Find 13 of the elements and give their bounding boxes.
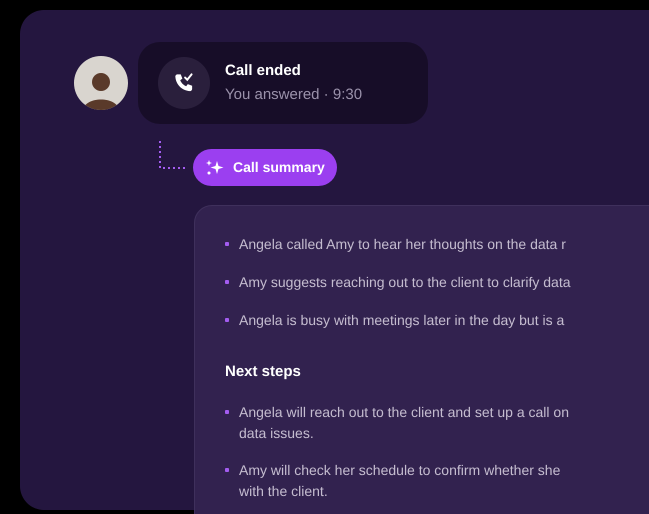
dotted-connector [159,140,187,170]
call-title: Call ended [225,60,302,80]
bullet-text: Amy will check her schedule to confirm whether she with the client. [239,460,560,500]
call-summary-button[interactable]: Call summary [193,149,337,186]
bullet-text: Angela called Amy to hear her thoughts on the data r [239,235,566,254]
next-steps-heading: Next steps [225,362,302,382]
bullet-text: Angela is busy with meetings later in the day but is a [239,311,564,330]
bullet-text: Amy suggests reaching out to the client to clarify data [239,273,571,292]
bullet-text: Angela will reach out to the client and set up a call on data issues. [239,402,569,442]
phone-check-icon [158,57,210,109]
avatar [74,56,128,110]
sparkles-icon [205,158,225,176]
call-subtitle: You answered · 9:30 [225,85,362,105]
